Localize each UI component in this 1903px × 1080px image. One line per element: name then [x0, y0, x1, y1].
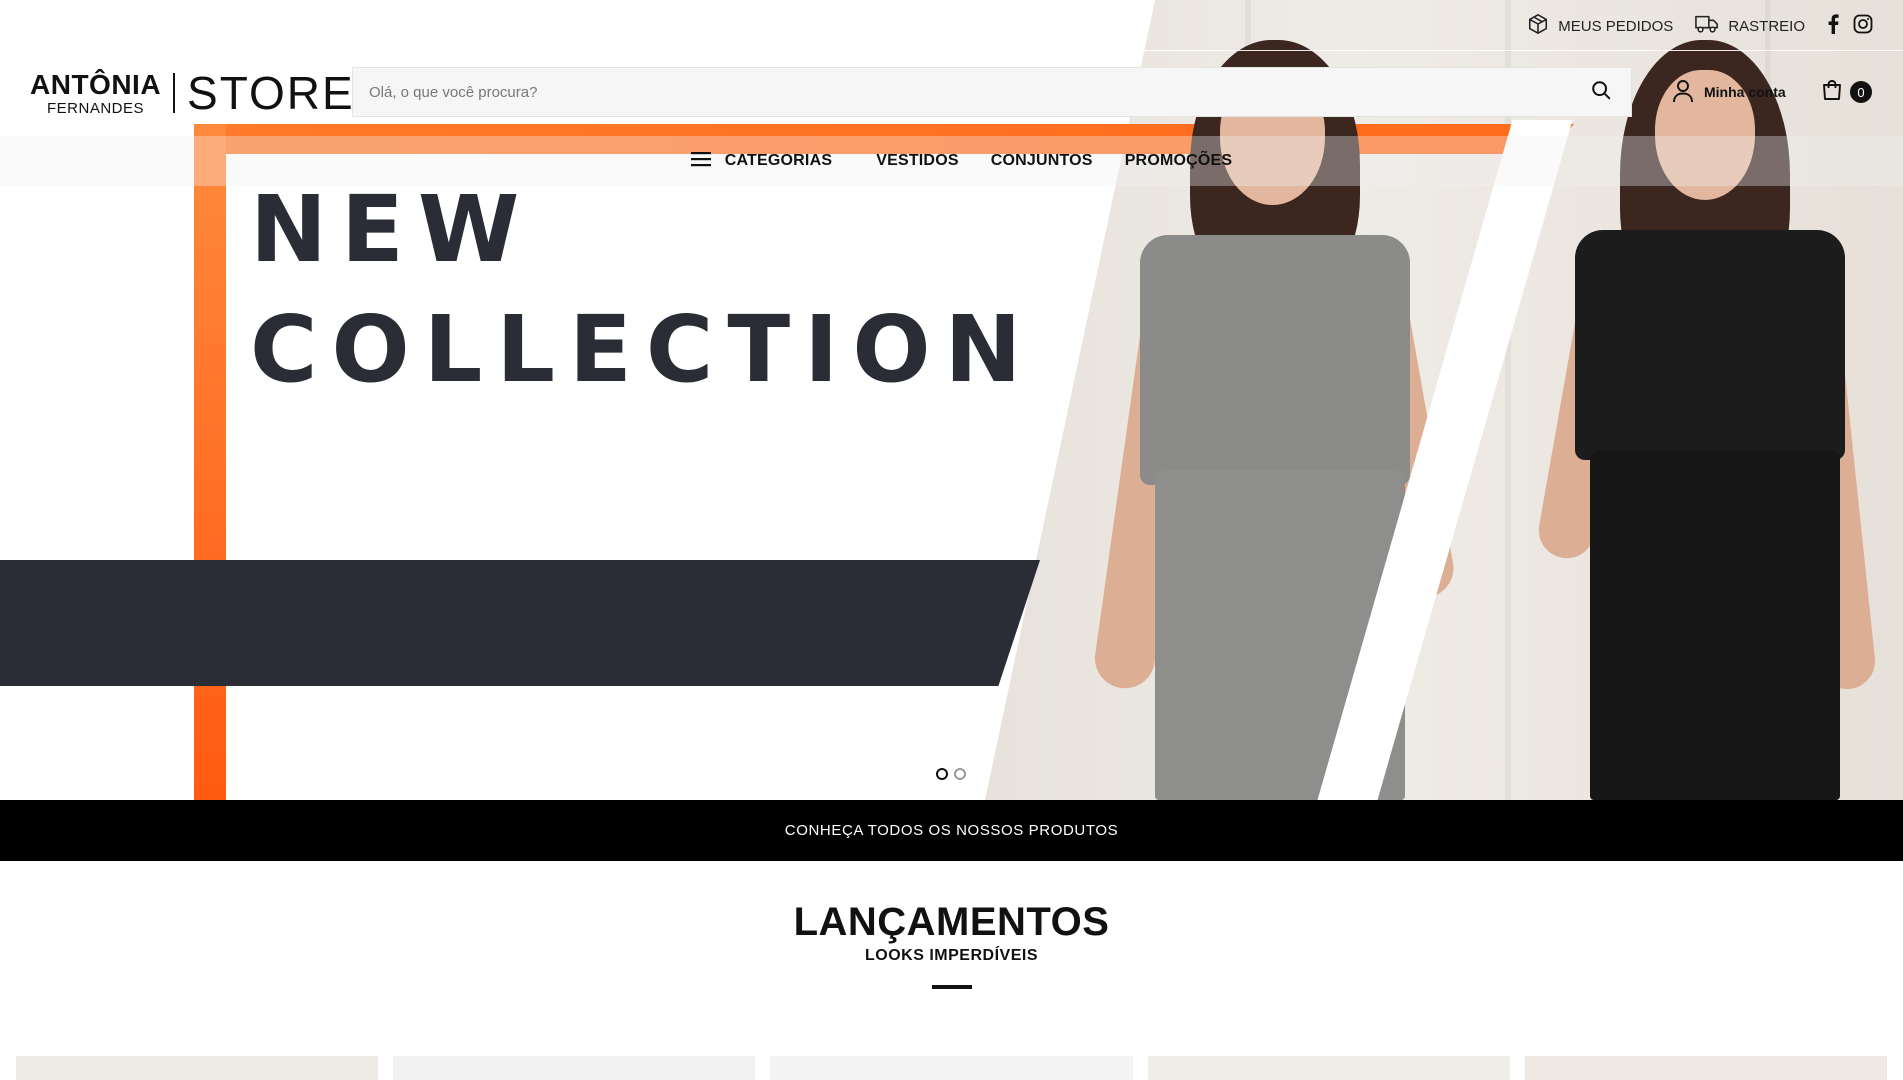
hero-headline: NEW COLLECTION [250, 170, 1036, 410]
section-title: LANÇAMENTOS [793, 900, 1110, 944]
product-card[interactable] [16, 1056, 379, 1080]
truck-icon [1695, 13, 1719, 39]
hero-headline-line1: NEW [250, 176, 534, 283]
logo-wordmark: ANTÔNIA FERNANDES [30, 68, 162, 117]
slider-dot-2[interactable] [954, 768, 966, 780]
logo-store-word: STORE [187, 67, 355, 119]
instagram-icon[interactable] [1853, 14, 1873, 38]
search-bar [352, 67, 1632, 117]
hamburger-icon [690, 151, 711, 172]
nav-item-vestidos[interactable]: VESTIDOS [876, 152, 959, 170]
main-navigation: CATEGORIAS VESTIDOS CONJUNTOS PROMOÇÕES [0, 136, 1903, 186]
nav-item-promocoes[interactable]: PROMOÇÕES [1125, 152, 1233, 170]
hero-headline-line2: COLLECTION [250, 296, 1036, 403]
logo-brand-name: ANTÔNIA [30, 68, 162, 100]
product-card[interactable] [393, 1056, 756, 1080]
top-utility-bar: MEUS PEDIDOS RASTREIO [1527, 12, 1873, 40]
nav-item-conjuntos[interactable]: CONJUNTOS [991, 152, 1093, 170]
my-account-link[interactable]: Minha conta [1672, 78, 1786, 106]
hero-orange-frame-left [194, 124, 226, 800]
my-orders-link[interactable]: MEUS PEDIDOS [1527, 13, 1673, 39]
product-card[interactable] [1147, 1056, 1510, 1080]
nav-categories-label: CATEGORIAS [724, 152, 833, 169]
hero-dark-band [0, 560, 1040, 686]
section-title-underline [931, 985, 972, 989]
search-icon [1590, 79, 1612, 106]
user-icon [1672, 79, 1694, 106]
all-products-banner[interactable]: CONHEÇA TODOS OS NOSSOS PRODUTOS [0, 800, 1903, 861]
my-account-label: Minha conta [1704, 84, 1786, 100]
tracking-label: RASTREIO [1728, 17, 1805, 35]
all-products-label: CONHEÇA TODOS OS NOSSOS PRODUTOS [784, 822, 1119, 839]
cart-count-badge: 0 [1850, 81, 1872, 103]
store-logo[interactable]: ANTÔNIA FERNANDES STORE [30, 67, 355, 119]
launches-section-header: LANÇAMENTOS LOOKS IMPERDÍVEIS [0, 900, 1903, 989]
slider-dot-1[interactable] [936, 768, 948, 780]
nav-categories[interactable]: CATEGORIAS [690, 151, 833, 172]
search-button[interactable] [1587, 78, 1615, 106]
tracking-link[interactable]: RASTREIO [1695, 13, 1805, 39]
topbar-divider [1140, 50, 1903, 51]
hero-banner[interactable]: NEW COLLECTION [0, 0, 1903, 800]
box-icon [1527, 13, 1549, 39]
section-subtitle: LOOKS IMPERDÍVEIS [865, 947, 1038, 964]
logo-separator [173, 73, 176, 113]
my-orders-label: MEUS PEDIDOS [1558, 17, 1674, 35]
cart-icon [1820, 78, 1844, 107]
social-links [1827, 14, 1873, 38]
logo-brand-surname: FERNANDES [47, 99, 145, 117]
product-card[interactable] [1524, 1056, 1888, 1080]
product-card[interactable] [770, 1056, 1133, 1080]
product-carousel [16, 1056, 1888, 1080]
hero-slider-dots [936, 768, 966, 780]
facebook-icon[interactable] [1827, 14, 1839, 38]
search-input[interactable] [369, 83, 1587, 101]
cart-button[interactable]: 0 [1820, 78, 1872, 106]
